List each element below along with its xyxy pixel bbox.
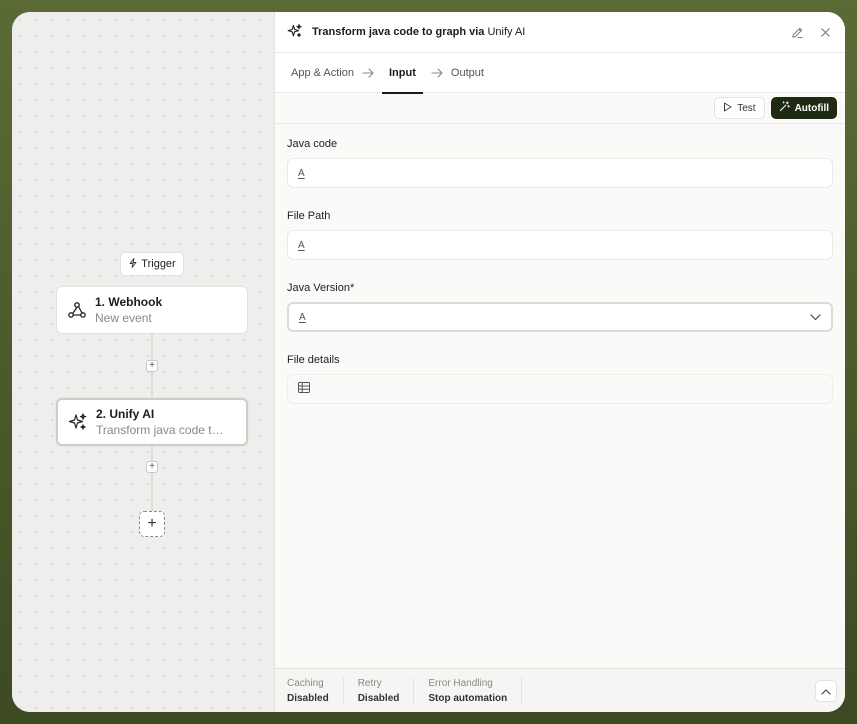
tab-app-action[interactable]: App & Action bbox=[291, 53, 354, 93]
sparkles-icon bbox=[68, 412, 88, 432]
node-title: 1. Webhook bbox=[95, 295, 163, 309]
app-window: Trigger 1. Webhook New event + 2. Unify … bbox=[12, 12, 845, 712]
unify-ai-node[interactable]: 2. Unify AI Transform java code to... bbox=[56, 398, 248, 446]
retry-label: Retry bbox=[357, 677, 382, 689]
test-label: Test bbox=[737, 102, 756, 114]
tab-input[interactable]: Input bbox=[382, 53, 423, 94]
text-icon: A bbox=[298, 239, 305, 251]
panel-app-name: Unify AI bbox=[487, 26, 526, 38]
step-panel: Transform java code to graph via Unify A… bbox=[274, 12, 845, 712]
sparkles-icon bbox=[287, 23, 303, 42]
java-code-input[interactable]: A bbox=[287, 158, 833, 188]
play-icon bbox=[723, 102, 732, 115]
caching-value: Disabled bbox=[287, 692, 329, 704]
autofill-button[interactable]: Autofill bbox=[770, 97, 837, 119]
panel-header: Transform java code to graph via Unify A… bbox=[275, 12, 845, 53]
file-details-input[interactable] bbox=[287, 374, 833, 404]
add-step-button[interactable]: + bbox=[139, 511, 165, 537]
panel-toolbar: Test Autofill bbox=[275, 93, 845, 124]
error-handling-label: Error Handling bbox=[428, 677, 493, 689]
magic-wand-icon bbox=[779, 101, 790, 115]
test-button[interactable]: Test bbox=[714, 97, 765, 119]
panel-footer: Caching Disabled Retry Disabled Error Ha… bbox=[275, 668, 845, 712]
node-title: 2. Unify AI bbox=[96, 407, 155, 421]
file-details-label: File details bbox=[287, 354, 340, 366]
retry-value: Disabled bbox=[357, 692, 400, 704]
file-path-input[interactable]: A bbox=[287, 230, 833, 260]
caching-label: Caching bbox=[287, 677, 324, 689]
insert-step-button[interactable]: + bbox=[146, 360, 158, 372]
file-path-label: File Path bbox=[287, 210, 331, 222]
tab-output[interactable]: Output bbox=[451, 53, 484, 93]
java-code-label: Java code bbox=[287, 138, 338, 150]
arrow-right-icon bbox=[423, 67, 451, 78]
insert-step-button[interactable]: + bbox=[146, 461, 158, 473]
autofill-label: Autofill bbox=[794, 102, 829, 114]
text-icon: A bbox=[298, 167, 305, 179]
java-version-label: Java Version* bbox=[287, 282, 355, 294]
error-handling-value: Stop automation bbox=[428, 692, 508, 704]
node-subtitle: New event bbox=[95, 311, 152, 325]
text-icon: A bbox=[299, 311, 306, 323]
trigger-label: Trigger bbox=[141, 258, 176, 270]
flow-canvas[interactable]: Trigger 1. Webhook New event + 2. Unify … bbox=[12, 12, 274, 712]
webhook-node[interactable]: 1. Webhook New event bbox=[56, 286, 248, 334]
chevron-up-icon bbox=[821, 684, 831, 698]
trigger-chip[interactable]: Trigger bbox=[120, 252, 184, 276]
java-version-select[interactable]: A bbox=[287, 302, 833, 332]
bolt-icon bbox=[128, 257, 138, 271]
edit-pencil-icon[interactable] bbox=[789, 24, 805, 40]
arrow-right-icon bbox=[354, 67, 382, 78]
input-form: Java code A File Path A Java Version* A … bbox=[275, 124, 845, 404]
panel-title-text: Transform java code to graph via bbox=[312, 26, 485, 38]
expand-footer-button[interactable] bbox=[815, 680, 837, 702]
connector-line bbox=[151, 446, 153, 512]
caching-setting[interactable]: Caching Disabled bbox=[287, 677, 344, 704]
step-tabs: App & Action Input Output bbox=[275, 53, 845, 94]
panel-title: Transform java code to graph via Unify A… bbox=[312, 26, 777, 38]
close-icon[interactable] bbox=[817, 24, 833, 40]
node-subtitle: Transform java code to... bbox=[96, 423, 228, 437]
retry-setting[interactable]: Retry Disabled bbox=[357, 677, 415, 704]
error-handling-setting[interactable]: Error Handling Stop automation bbox=[428, 677, 523, 704]
chevron-down-icon bbox=[810, 310, 821, 324]
table-icon bbox=[298, 382, 310, 396]
webhook-icon bbox=[67, 300, 87, 320]
